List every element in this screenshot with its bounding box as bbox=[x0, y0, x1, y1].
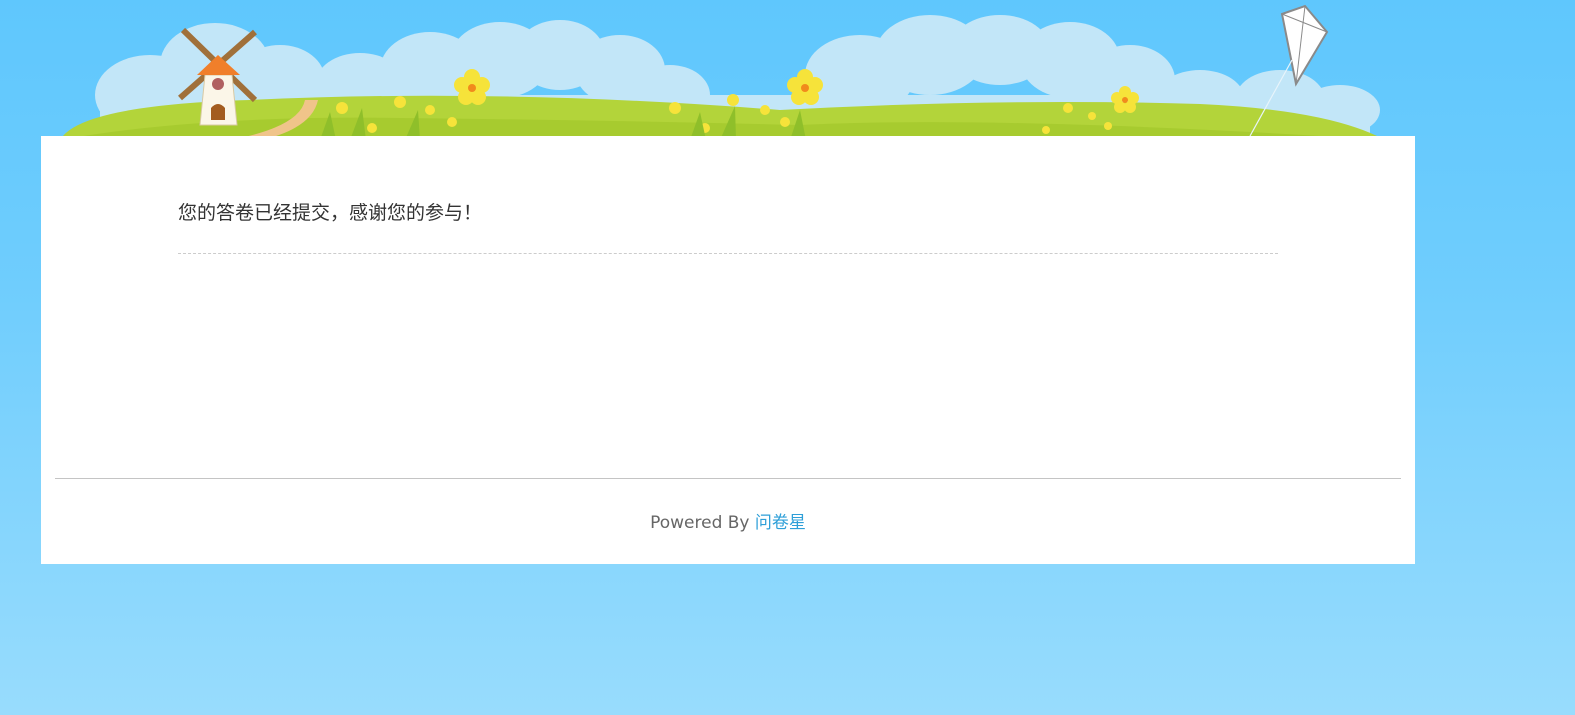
submission-card: 您的答卷已经提交，感谢您的参与！ Powered By 问卷星 bbox=[41, 136, 1415, 564]
powered-by-text: Powered By bbox=[650, 513, 750, 533]
wenjuanxing-link[interactable]: 问卷星 bbox=[755, 513, 806, 533]
footer-divider bbox=[55, 478, 1401, 479]
submission-success-message: 您的答卷已经提交，感谢您的参与！ bbox=[178, 202, 483, 224]
header-banner-illustration bbox=[60, 4, 1385, 140]
footer: Powered By 问卷星 bbox=[41, 508, 1415, 533]
message-divider bbox=[178, 253, 1278, 254]
